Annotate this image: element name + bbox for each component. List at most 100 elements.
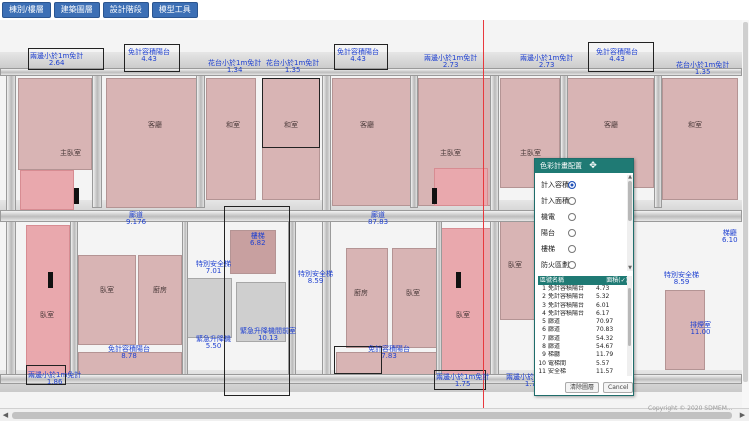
horizontal-scroll-thumb[interactable]	[12, 412, 732, 419]
category-label: 樓梯	[541, 245, 555, 253]
vertical-scroll-thumb[interactable]	[743, 22, 748, 382]
area-label: 樓梯 6.82	[250, 232, 266, 247]
wall	[322, 68, 331, 378]
area-label: 緊急升降機間前室 10.13	[240, 327, 296, 342]
category-scrollbar[interactable]: ▲ ▼	[627, 175, 633, 271]
design-stage-button[interactable]: 設計階段	[102, 2, 149, 18]
table-row[interactable]: 2 免計容積陽台 5.32	[538, 293, 631, 301]
category-radio[interactable]	[568, 213, 576, 221]
area-label: 花台小於1m免計 1.34	[208, 59, 262, 74]
wall	[70, 220, 78, 380]
pink-area	[20, 170, 74, 210]
room-bedroom	[392, 248, 438, 348]
category-item[interactable]: 計入面積	[535, 193, 628, 209]
table-header: 區號名稱 面積(✓)	[538, 276, 631, 285]
area-label: 免計容積陽台 4.43	[337, 48, 379, 63]
category-scroll-thumb[interactable]	[628, 181, 632, 221]
scroll-right-icon[interactable]: ▶	[738, 411, 747, 420]
area-label: 緊急升降機 5.50	[196, 335, 231, 350]
room-name: 主臥室	[60, 149, 81, 157]
category-radio[interactable]	[568, 181, 576, 189]
building-floor-button[interactable]: 棟別/樓層	[2, 2, 51, 18]
room-name: 廚房	[354, 289, 368, 297]
wall	[92, 68, 102, 208]
table-row[interactable]: 9 梯廳 11.79	[538, 351, 631, 359]
table-row[interactable]: 8 廊道 54.67	[538, 343, 631, 351]
panel-buttons: 清除圖層 Cancel	[565, 382, 634, 393]
area-label: 特別安全梯 8.59	[298, 270, 333, 285]
room-name: 主臥室	[520, 149, 541, 157]
room-name: 臥室	[508, 261, 522, 269]
panel-header[interactable]: 色彩計畫配置 ✥	[535, 159, 633, 173]
header-area[interactable]: 面積(✓)	[588, 276, 631, 285]
scroll-left-icon[interactable]: ◀	[1, 411, 10, 420]
area-label: 特別安全梯 8.59	[664, 271, 699, 286]
table-row[interactable]: 6 廊道 70.83	[538, 326, 631, 334]
room-name: 和室	[226, 121, 240, 129]
room-name: 臥室	[40, 311, 54, 319]
table-row[interactable]: 10 電梯間 5.57	[538, 360, 631, 368]
section-line	[483, 20, 484, 408]
room-kitchen	[346, 248, 388, 348]
area-label: 兩邊小於1m免計 1.86	[28, 371, 82, 386]
category-item[interactable]: 樓梯	[535, 241, 628, 257]
table-scroll-thumb[interactable]	[628, 288, 631, 346]
wall	[410, 68, 418, 208]
table-row[interactable]: 11 安全梯 11.57	[538, 368, 631, 376]
category-label: 機電	[541, 213, 555, 221]
building-layer-button[interactable]: 建築圖層	[53, 2, 100, 18]
door-mark	[432, 188, 437, 204]
vertical-scrollbar[interactable]	[742, 20, 749, 408]
category-item[interactable]: 計入容積	[535, 177, 628, 193]
wall	[654, 68, 662, 208]
area-label: 廊道 87.83	[368, 211, 389, 226]
category-radio[interactable]	[568, 245, 576, 253]
model-tools-button[interactable]: 模型工具	[151, 2, 198, 18]
scroll-up-icon[interactable]: ▲	[627, 175, 633, 180]
door-mark	[74, 188, 79, 204]
move-icon[interactable]: ✥	[587, 160, 599, 172]
area-label: 兩邊小於1m免計 2.64	[30, 52, 84, 67]
area-label: 特別安全梯 7.01	[196, 260, 231, 275]
category-label: 陽台	[541, 229, 555, 237]
pink-area	[440, 228, 492, 376]
area-label: 兩邊小於1m免計 2.73	[424, 54, 478, 69]
clear-layer-button[interactable]: 清除圖層	[565, 382, 600, 393]
table-row[interactable]: 7 廊道 54.32	[538, 335, 631, 343]
room-name: 客廳	[604, 121, 618, 129]
floor-plan-viewport[interactable]: 主臥室 客廳 和室 和室 客廳 主臥室 主臥室 客廳 和室 臥室 廚房 臥室 廚…	[0, 20, 749, 408]
category-radio[interactable]	[568, 197, 576, 205]
table-row[interactable]: 1 免計容積陽台 4.73	[538, 285, 631, 293]
category-label: 計入面積	[541, 197, 569, 205]
header-name[interactable]: 區號名稱	[538, 276, 588, 285]
door-mark	[48, 272, 53, 288]
wall	[436, 220, 442, 380]
cancel-button[interactable]: Cancel	[603, 382, 634, 393]
category-radio[interactable]	[568, 261, 576, 269]
wall	[6, 68, 16, 378]
table-row[interactable]: 5 廊道 70.97	[538, 318, 631, 326]
wall	[490, 68, 499, 378]
area-label: 兩邊小於1m免計 2.73	[520, 54, 574, 69]
table-row[interactable]: 3 免計容積陽台 6.01	[538, 302, 631, 310]
horizontal-scrollbar[interactable]: ◀ ▶	[0, 408, 749, 421]
room-bedroom	[78, 255, 136, 345]
category-item[interactable]: 防火區劃	[535, 257, 628, 273]
room-name: 廚房	[153, 286, 167, 294]
table-scrollbar[interactable]	[627, 276, 632, 376]
room-japanese	[206, 78, 256, 200]
category-item[interactable]: 機電	[535, 209, 628, 225]
scroll-down-icon[interactable]: ▼	[627, 266, 633, 271]
wall	[182, 220, 188, 380]
pink-area	[434, 168, 488, 206]
category-label: 防火區劃	[541, 261, 569, 269]
room-name: 臥室	[100, 286, 114, 294]
top-toolbar: 棟別/樓層 建築圖層 設計階段 模型工具	[2, 2, 198, 18]
copyright-text: Copyright © 2020 SDMEM...	[648, 405, 733, 412]
room-name: 和室	[688, 121, 702, 129]
area-table: 區號名稱 面積(✓) 1 免計容積陽台 4.73 2 免計容積陽台 5.32 3 免計容積…	[538, 276, 631, 376]
category-radio[interactable]	[568, 229, 576, 237]
category-item[interactable]: 陽台	[535, 225, 628, 241]
table-row[interactable]: 4 免計容積陽台 6.17	[538, 310, 631, 318]
area-label: 免計容積陽台 4.43	[128, 48, 170, 63]
